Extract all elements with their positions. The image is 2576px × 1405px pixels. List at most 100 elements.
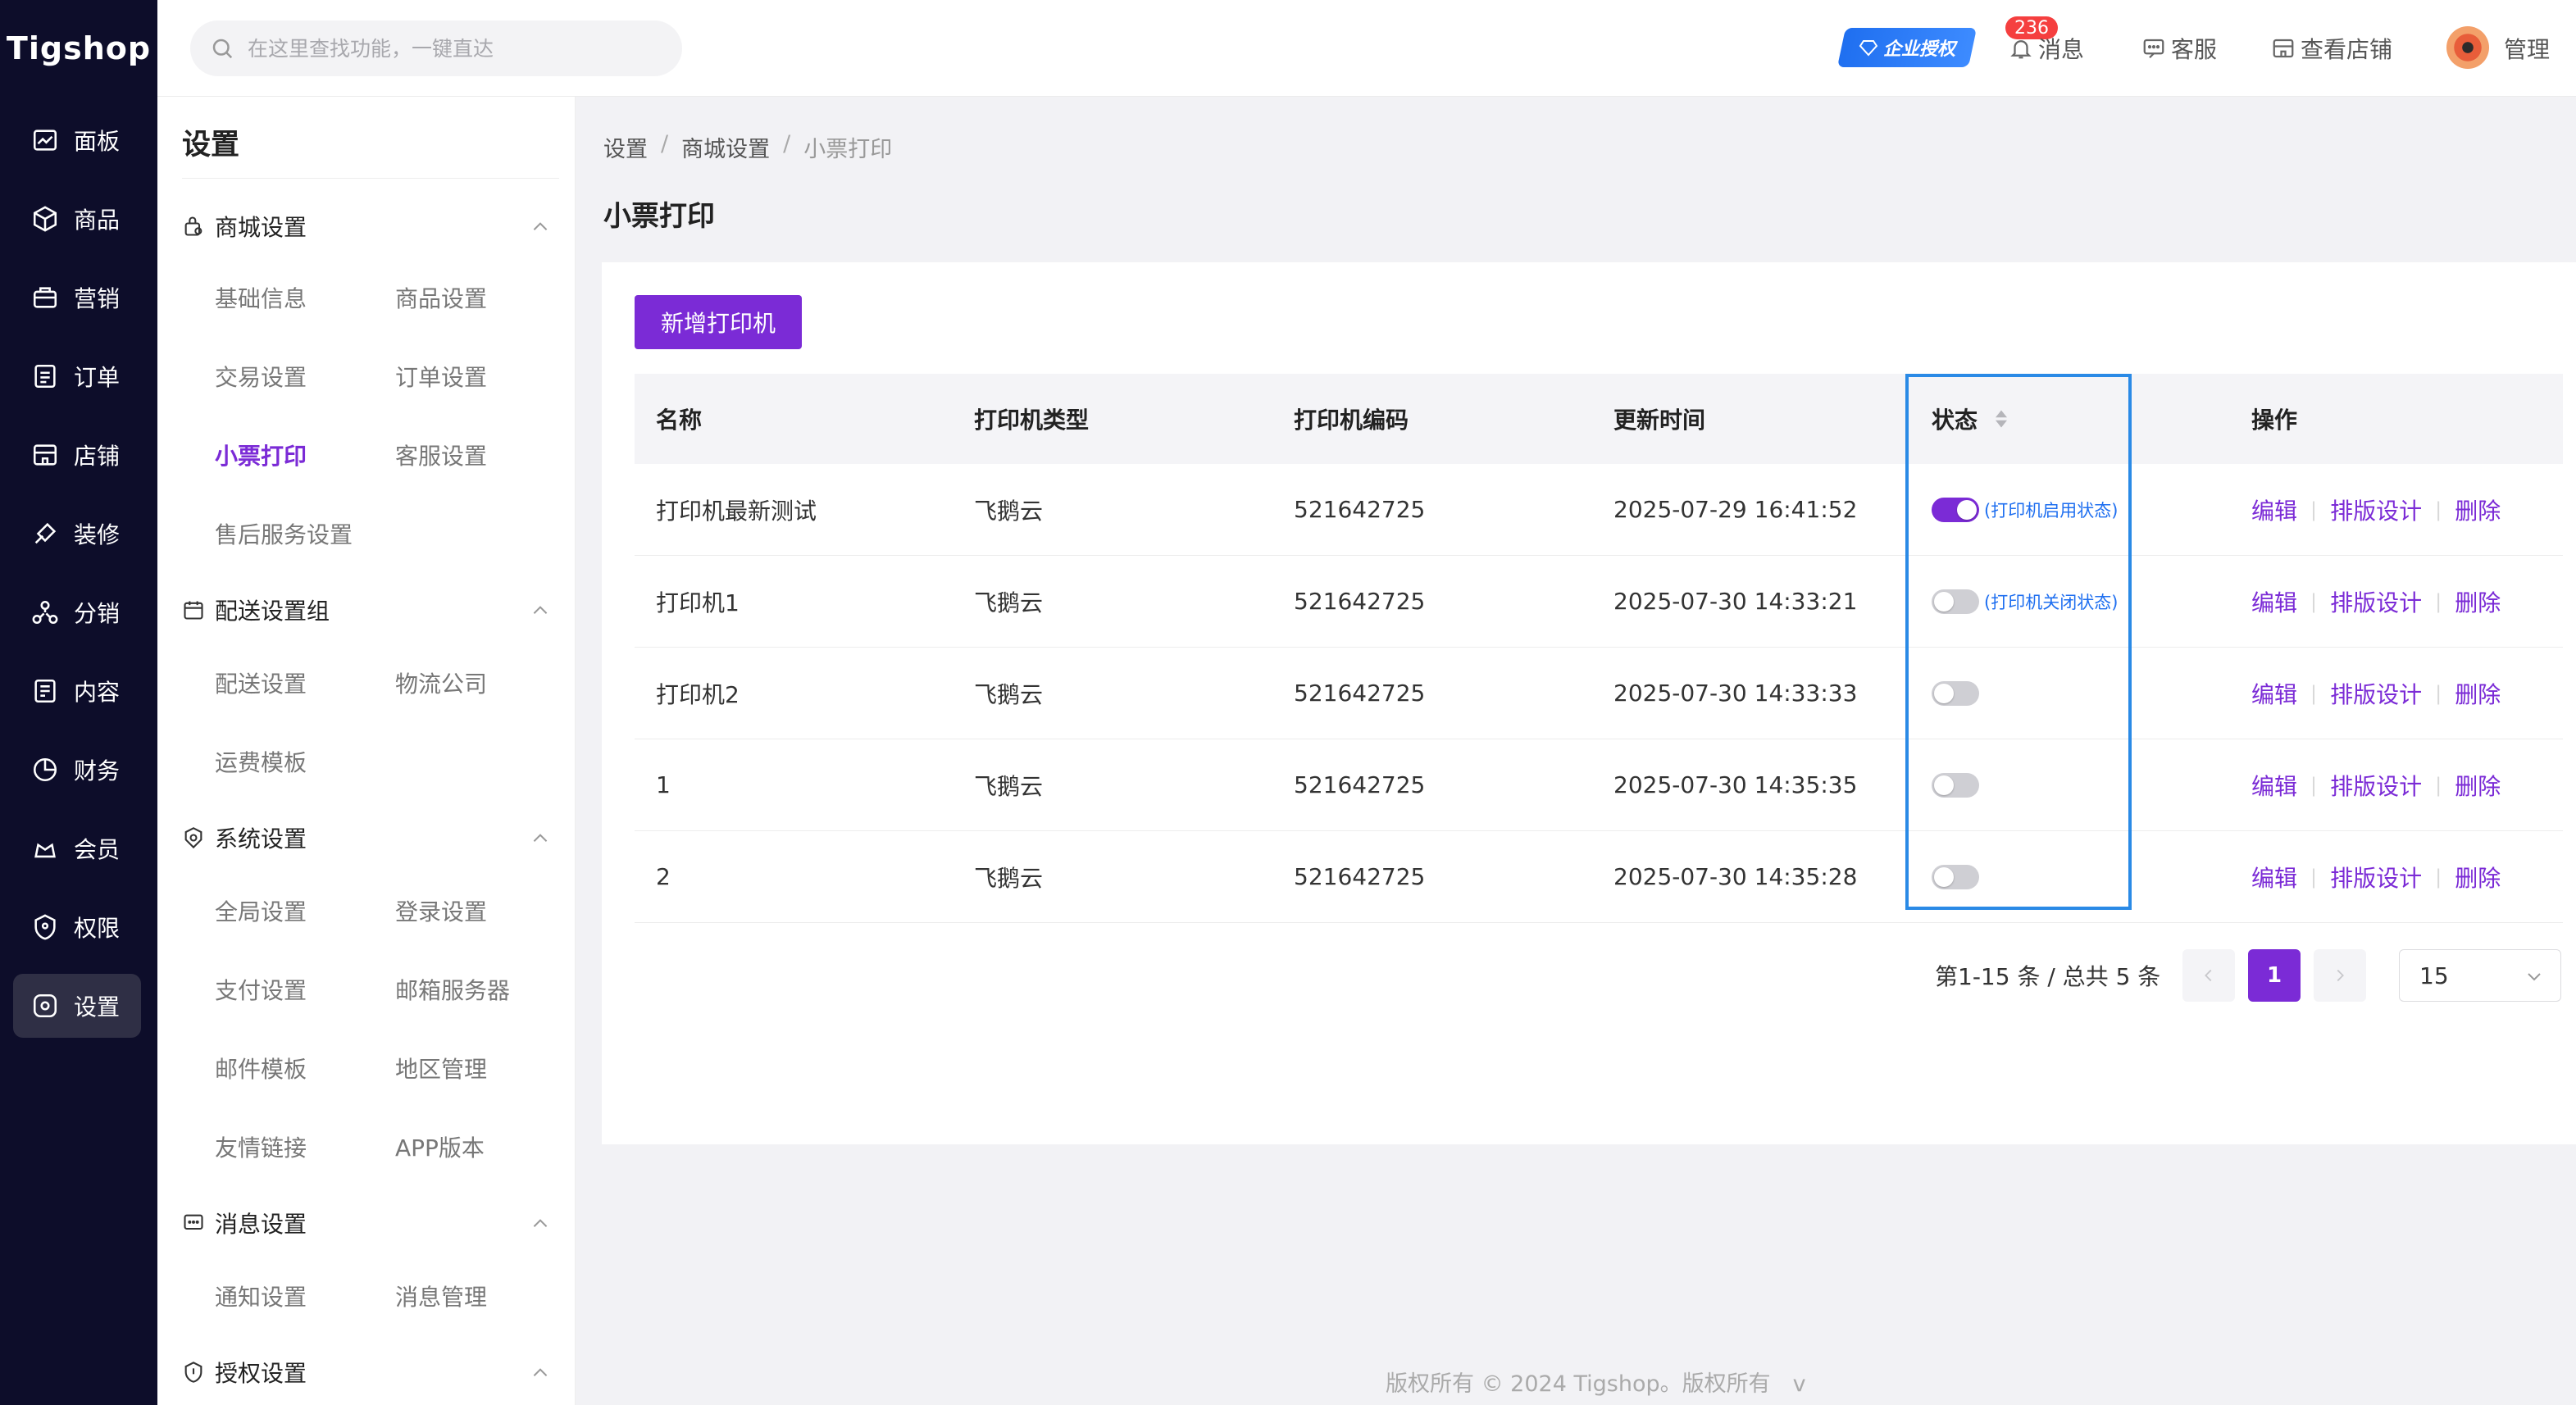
rail-label: 财务 <box>74 757 121 784</box>
sidebar-link-product-settings[interactable]: 商品设置 <box>395 282 487 316</box>
page-title: 小票打印 <box>603 200 715 233</box>
main-rail: 面板 商品 营销 订单 店铺 装修 分销 内容 财务 会员 权限 设置 <box>0 97 157 1405</box>
group-delivery-settings[interactable]: 配送设置组 <box>182 585 559 634</box>
delete-link[interactable]: 删除 <box>2455 585 2501 618</box>
sidebar-link-payment-settings[interactable]: 支付设置 <box>215 974 307 1008</box>
rail-item-dashboard[interactable]: 面板 <box>13 108 141 172</box>
cell-type: 飞鹅云 <box>974 772 1044 800</box>
sidebar-link-region-management[interactable]: 地区管理 <box>395 1053 487 1087</box>
edit-link[interactable]: 编辑 <box>2251 677 2297 710</box>
delete-link[interactable]: 删除 <box>2455 493 2501 526</box>
layout-design-link[interactable]: 排版设计 <box>2330 769 2422 802</box>
column-header-status[interactable]: 状态 <box>1932 374 2010 464</box>
rail-item-marketing[interactable]: 营销 <box>13 266 141 330</box>
sidebar-link-app-version[interactable]: APP版本 <box>395 1131 485 1166</box>
delete-link[interactable]: 删除 <box>2455 861 2501 893</box>
layout-design-link[interactable]: 排版设计 <box>2330 585 2422 618</box>
messages-button[interactable]: 消息 <box>2009 31 2084 66</box>
layout-design-link[interactable]: 排版设计 <box>2330 493 2422 526</box>
rail-item-settings[interactable]: 设置 <box>13 974 141 1038</box>
page-button-current[interactable]: 1 <box>2248 949 2301 1002</box>
sidebar-link-mail-template[interactable]: 邮件模板 <box>215 1053 307 1087</box>
content-icon <box>34 679 56 703</box>
group-license-settings[interactable]: 授权设置 <box>182 1348 559 1397</box>
service-button[interactable]: 客服 <box>2141 31 2217 66</box>
sort-icon[interactable] <box>1992 407 2010 430</box>
group-title: 消息设置 <box>215 1211 307 1238</box>
chevron-up-icon <box>533 1368 548 1376</box>
enterprise-badge[interactable]: 企业授权 <box>1836 28 1978 67</box>
group-mall-settings[interactable]: 商城设置 <box>182 202 559 251</box>
rail-item-distribution[interactable]: 分销 <box>13 580 141 644</box>
delete-link[interactable]: 删除 <box>2455 677 2501 710</box>
cell-actions: 编辑 | 排版设计 | 删除 <box>2251 739 2501 830</box>
cell-code: 521642725 <box>1294 588 1426 615</box>
sidebar-link-order-settings[interactable]: 订单设置 <box>395 361 487 395</box>
sidebar-link-login-settings[interactable]: 登录设置 <box>395 895 487 930</box>
sidebar-link-basic-info[interactable]: 基础信息 <box>215 282 307 316</box>
sidebar-link-trade-settings[interactable]: 交易设置 <box>215 361 307 395</box>
add-printer-button[interactable]: 新增打印机 <box>635 295 802 349</box>
edit-link[interactable]: 编辑 <box>2251 861 2297 893</box>
sidebar-link-delivery-settings[interactable]: 配送设置 <box>215 667 307 702</box>
rail-item-members[interactable]: 会员 <box>13 816 141 880</box>
rail-item-content[interactable]: 内容 <box>13 659 141 723</box>
rail-item-orders[interactable]: 订单 <box>13 344 141 408</box>
edit-link[interactable]: 编辑 <box>2251 585 2297 618</box>
permission-icon <box>34 914 56 940</box>
sidebar-link-after-sales[interactable]: 售后服务设置 <box>215 518 353 552</box>
edit-link[interactable]: 编辑 <box>2251 493 2297 526</box>
search-box[interactable] <box>190 20 682 76</box>
sidebar-link-receipt-printing[interactable]: 小票打印 <box>215 439 307 474</box>
cell-updated: 2025-07-30 14:35:35 <box>1613 771 1858 798</box>
edit-link[interactable]: 编辑 <box>2251 769 2297 802</box>
layout-design-link[interactable]: 排版设计 <box>2330 861 2422 893</box>
layout-design-link[interactable]: 排版设计 <box>2330 677 2422 710</box>
chevron-up-icon <box>533 834 548 842</box>
breadcrumb-item[interactable]: 商城设置 <box>681 131 770 163</box>
cell-updated: 2025-07-29 16:41:52 <box>1613 496 1858 523</box>
settings-sidebar: 设置 商城设置 基础信息 商品设置 交易设置 订单设置 小票打印 客服设置 售后… <box>157 97 576 1405</box>
group-system-settings[interactable]: 系统设置 <box>182 813 559 862</box>
status-toggle[interactable] <box>1932 864 1979 889</box>
cell-status: (打印机关闭状态) <box>1932 556 2118 647</box>
rail-label: 装修 <box>74 521 121 548</box>
status-toggle[interactable] <box>1932 772 1979 798</box>
rail-item-finance[interactable]: 财务 <box>13 738 141 802</box>
logo[interactable]: Tigshop <box>0 0 157 97</box>
next-page-button[interactable] <box>2314 949 2366 1002</box>
sidebar-link-global-settings[interactable]: 全局设置 <box>215 895 307 930</box>
search-input[interactable] <box>248 36 658 61</box>
avatar[interactable] <box>2446 26 2489 69</box>
cell-name: 2 <box>656 863 671 890</box>
sidebar-link-friend-links[interactable]: 友情链接 <box>215 1131 307 1166</box>
member-icon <box>34 843 56 858</box>
group-title: 系统设置 <box>215 825 307 853</box>
column-header-status-label: 状态 <box>1932 407 1978 434</box>
sidebar-link-notify-settings[interactable]: 通知设置 <box>215 1280 307 1315</box>
group-message-settings[interactable]: 消息设置 <box>182 1198 559 1248</box>
view-store-button[interactable]: 查看店铺 <box>2271 31 2392 66</box>
page-size-select[interactable]: 15 <box>2399 949 2561 1002</box>
sidebar-link-logistics[interactable]: 物流公司 <box>395 667 487 702</box>
breadcrumb-item[interactable]: 设置 <box>603 131 648 163</box>
sidebar-link-message-management[interactable]: 消息管理 <box>395 1280 487 1315</box>
rail-item-decorate[interactable]: 装修 <box>13 502 141 566</box>
sidebar-link-mail-server[interactable]: 邮箱服务器 <box>395 974 510 1008</box>
rail-label: 权限 <box>74 915 121 942</box>
status-toggle[interactable] <box>1932 589 1979 614</box>
cell-name: 打印机1 <box>656 589 740 616</box>
rail-label: 店铺 <box>74 443 121 470</box>
delete-link[interactable]: 删除 <box>2455 769 2501 802</box>
cell-actions: 编辑 | 排版设计 | 删除 <box>2251 831 2501 922</box>
rail-item-products[interactable]: 商品 <box>13 187 141 251</box>
status-toggle[interactable] <box>1932 497 1979 522</box>
rail-item-store[interactable]: 店铺 <box>13 423 141 487</box>
status-toggle[interactable] <box>1932 680 1979 706</box>
prev-page-button[interactable] <box>2182 949 2235 1002</box>
sidebar-link-service-settings[interactable]: 客服设置 <box>395 439 487 474</box>
cell-code: 521642725 <box>1294 496 1426 523</box>
user-menu[interactable]: 管理 <box>2504 31 2550 66</box>
rail-item-permissions[interactable]: 权限 <box>13 895 141 959</box>
sidebar-link-shipping-template[interactable]: 运费模板 <box>215 746 307 780</box>
